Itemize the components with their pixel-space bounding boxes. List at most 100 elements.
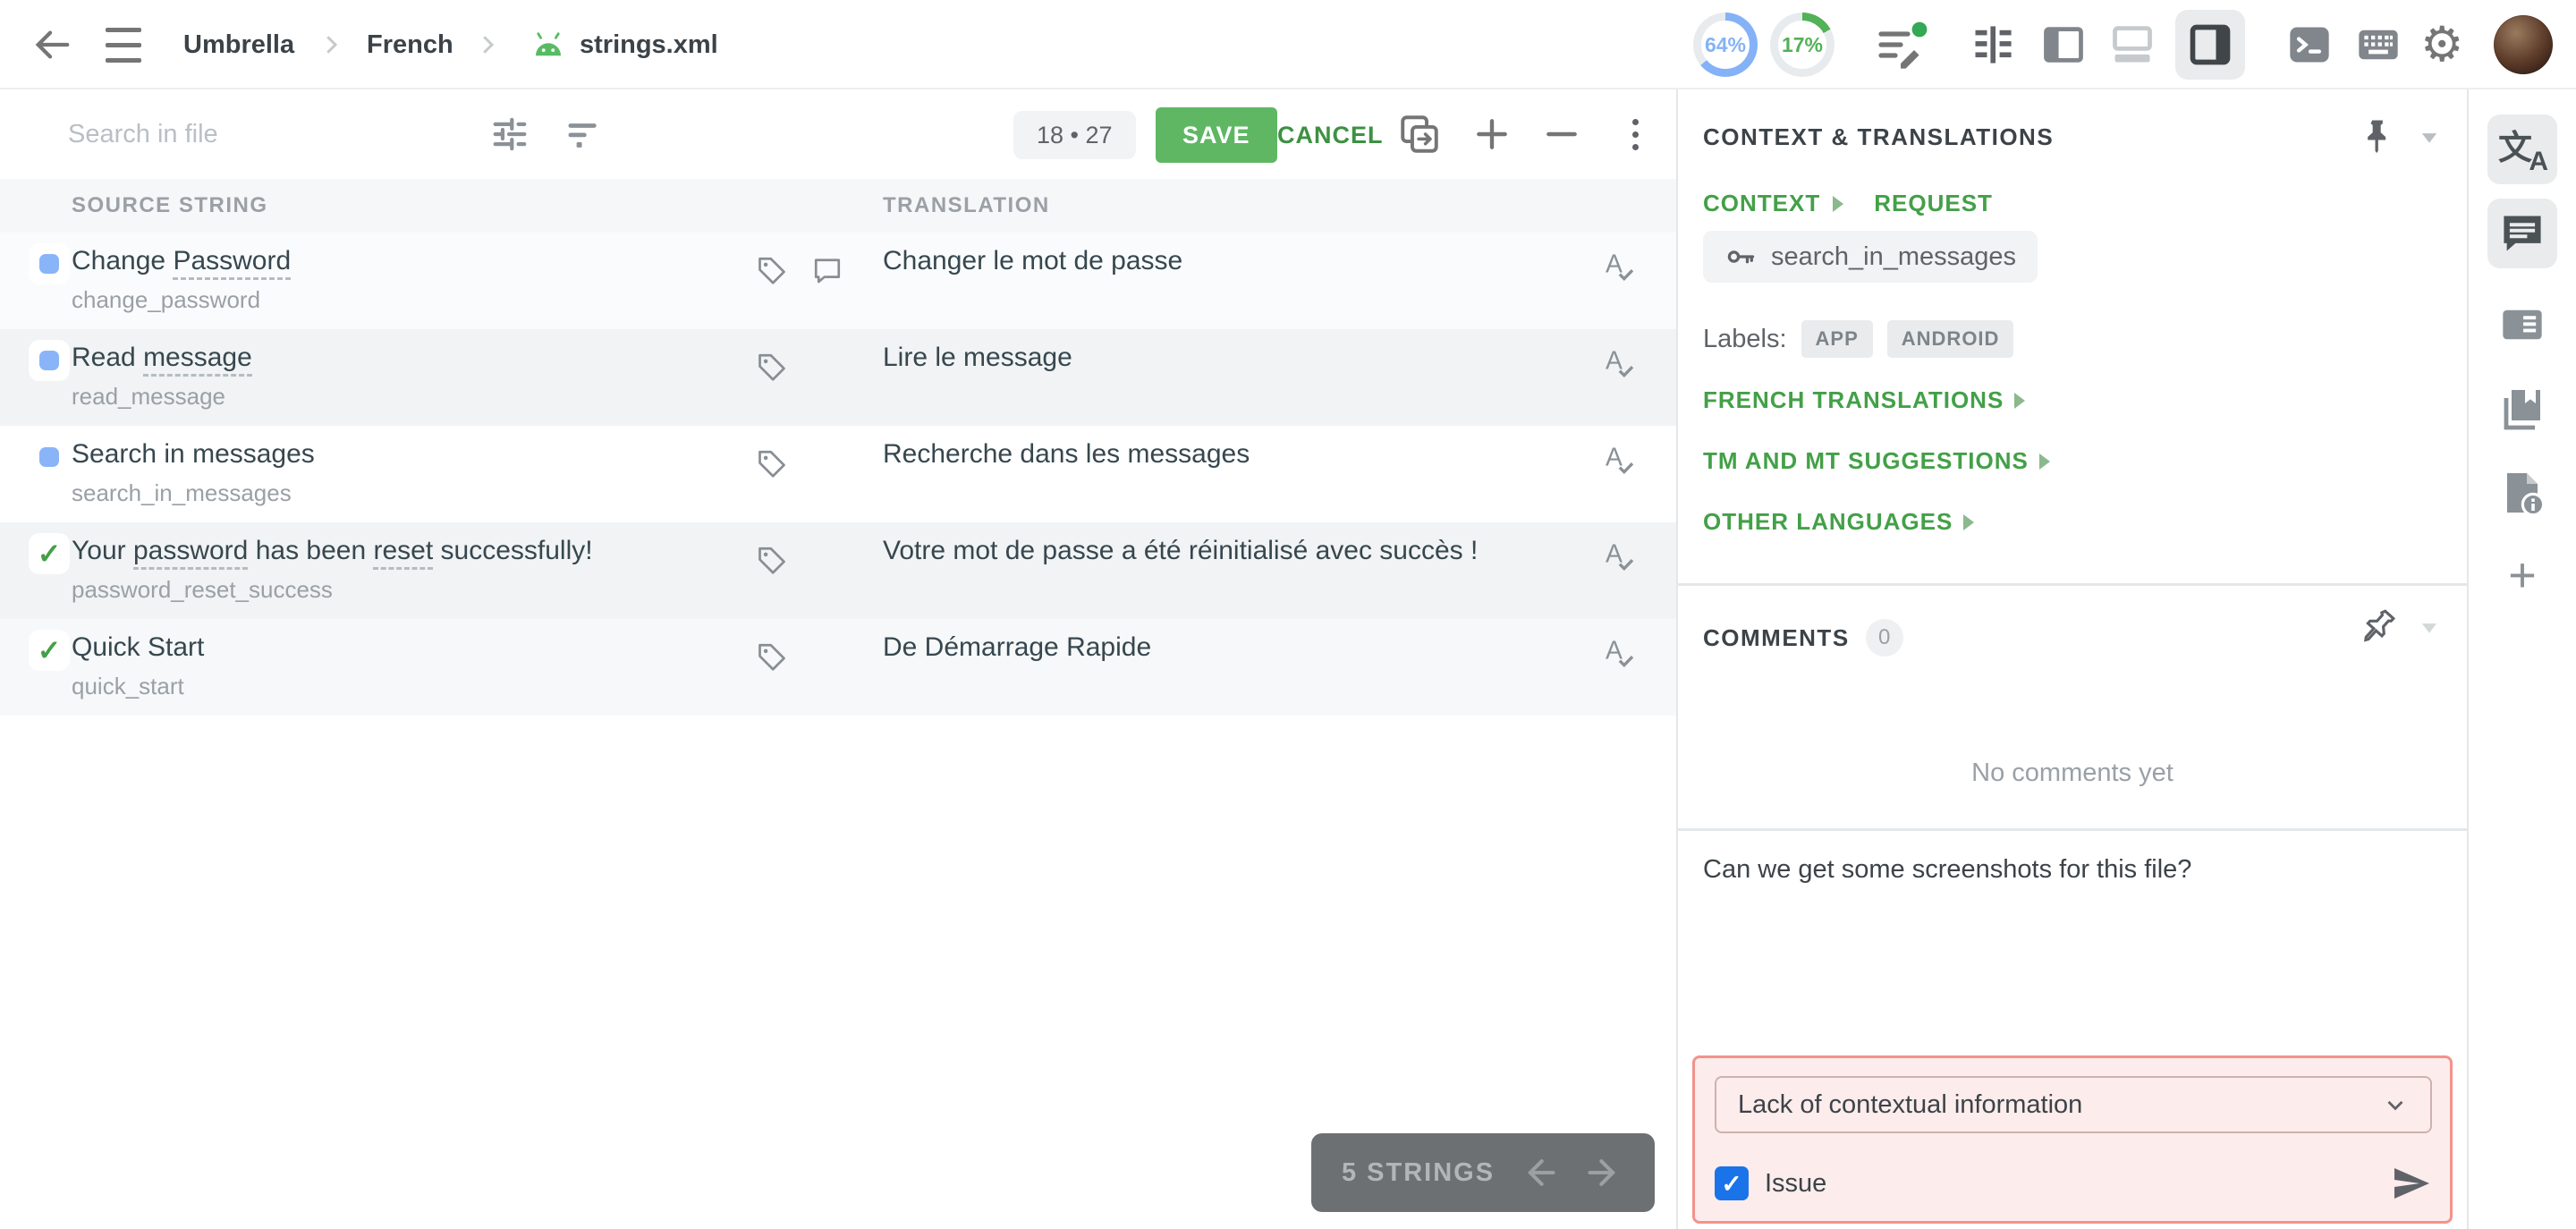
issue-checkbox[interactable]: ✓ bbox=[1715, 1166, 1749, 1200]
labels-caption: Labels: bbox=[1703, 324, 1787, 353]
approved-progress-ring[interactable]: 17% bbox=[1770, 0, 1835, 89]
source-string-cell: Read message read_message bbox=[72, 340, 252, 411]
sidebar-translations-icon[interactable]: 文A bbox=[2487, 114, 2557, 184]
source-text: Your password has been reset successfull… bbox=[72, 533, 593, 570]
side-by-side-view-icon[interactable] bbox=[2040, 0, 2087, 89]
glossary-term[interactable]: password bbox=[132, 536, 249, 570]
previous-page-icon[interactable] bbox=[1519, 1153, 1558, 1192]
send-icon bbox=[2394, 1168, 2429, 1199]
keyboard-shortcuts-icon[interactable] bbox=[2354, 0, 2402, 89]
label-chip[interactable]: ANDROID bbox=[1886, 320, 2014, 358]
string-key: quick_start bbox=[72, 673, 184, 699]
translated-progress-ring[interactable]: 64% bbox=[1693, 0, 1758, 89]
collapse-comments-chevron-icon[interactable] bbox=[2417, 619, 2442, 643]
breadcrumb-separator-icon bbox=[318, 0, 344, 89]
issue-type-select[interactable]: Lack of contextual information bbox=[1715, 1076, 2432, 1133]
multilingual-view-icon[interactable] bbox=[2109, 0, 2156, 89]
glossary-term[interactable]: reset bbox=[373, 536, 434, 570]
sidebar-glossary-icon[interactable] bbox=[2487, 374, 2557, 444]
context-panel-title: CONTEXT & TRANSLATIONS bbox=[1703, 123, 2055, 150]
tag-icon[interactable] bbox=[756, 447, 788, 479]
breadcrumb-file[interactable]: strings.xml bbox=[580, 0, 718, 89]
send-comment-button[interactable] bbox=[2389, 1162, 2432, 1205]
strings-count-label: 5 STRINGS bbox=[1342, 1157, 1496, 1187]
zoom-in-icon[interactable] bbox=[1463, 89, 1521, 179]
pin-icon[interactable] bbox=[2360, 116, 2395, 160]
translation-cell[interactable]: Changer le mot de passe bbox=[883, 243, 1572, 279]
source-text: Change Password bbox=[72, 243, 292, 280]
source-text: Quick Start bbox=[72, 632, 205, 662]
back-button[interactable] bbox=[25, 0, 79, 89]
translation-cell[interactable]: Votre mot de passe a été réinitialisé av… bbox=[883, 533, 1572, 569]
glossary-term[interactable]: Password bbox=[173, 246, 292, 280]
android-file-icon bbox=[530, 0, 567, 89]
label-chip[interactable]: APP bbox=[1801, 320, 1873, 358]
string-key: password_reset_success bbox=[72, 576, 333, 603]
search-input[interactable] bbox=[68, 109, 453, 159]
settings-gear-icon[interactable]: ⚙ bbox=[2420, 0, 2463, 89]
breadcrumb-language[interactable]: French bbox=[367, 0, 453, 89]
tag-icon[interactable] bbox=[756, 640, 788, 673]
table-row[interactable]: Change Password change_password Changer le… bbox=[0, 233, 1676, 329]
zoom-out-icon[interactable] bbox=[1533, 89, 1590, 179]
translation-cell[interactable]: De Démarrage Rapide bbox=[883, 630, 1572, 665]
sidebar-icon-strip: 文A + bbox=[2469, 89, 2576, 1229]
translation-cell[interactable]: Recherche dans les messages bbox=[883, 437, 1572, 472]
sidebar-file-info-icon[interactable] bbox=[2487, 458, 2557, 528]
section-other-languages[interactable]: OTHER LANGUAGES bbox=[1703, 508, 1975, 536]
string-key-chip[interactable]: search_in_messages bbox=[1703, 231, 2038, 283]
strings-count-bar: 5 STRINGS bbox=[1311, 1133, 1655, 1212]
breadcrumb-project[interactable]: Umbrella bbox=[183, 0, 294, 89]
approved-progress-value: 17% bbox=[1781, 32, 1824, 56]
tab-request[interactable]: REQUEST bbox=[1874, 190, 1993, 217]
table-row[interactable]: ✓ Quick Start quick_start De Démarrage Rapi… bbox=[0, 619, 1676, 716]
breadcrumb-separator-icon bbox=[474, 0, 501, 89]
expand-icon bbox=[2038, 453, 2050, 470]
sidebar-comments-icon[interactable] bbox=[2487, 199, 2557, 268]
tag-icon[interactable] bbox=[756, 544, 788, 576]
translation-cell[interactable]: Lire le message bbox=[883, 340, 1572, 376]
row-icons bbox=[756, 351, 788, 383]
sidebar-add-panel-icon[interactable]: + bbox=[2487, 540, 2557, 610]
sidebar-context-card-icon[interactable] bbox=[2487, 290, 2557, 360]
user-avatar[interactable] bbox=[2494, 0, 2553, 89]
menu-button[interactable] bbox=[97, 0, 150, 89]
comfortable-view-icon[interactable] bbox=[1970, 0, 2016, 89]
filter-icon[interactable] bbox=[556, 89, 610, 179]
save-button[interactable]: SAVE bbox=[1156, 107, 1277, 163]
section-tm-mt-suggestions[interactable]: TM AND MT SUGGESTIONS bbox=[1703, 447, 2050, 475]
editor-toolbar: 18 • 27 SAVE CANCEL bbox=[0, 89, 1676, 179]
side-panel-view-active[interactable] bbox=[2175, 0, 2245, 89]
comment-bubble-icon[interactable] bbox=[811, 254, 843, 286]
comment-input[interactable]: Can we get some screenshots for this fil… bbox=[1703, 852, 2436, 1030]
table-row[interactable]: ✓ Your password has been reset successful… bbox=[0, 522, 1676, 619]
issue-type-value: Lack of contextual information bbox=[1738, 1089, 2083, 1119]
translation-activity-icon[interactable] bbox=[1874, 0, 1928, 89]
untranslated-status-icon bbox=[39, 447, 59, 467]
tag-icon[interactable] bbox=[756, 254, 788, 286]
search-settings-icon[interactable] bbox=[483, 89, 537, 179]
spellcheck-icon[interactable]: A bbox=[1601, 345, 1637, 381]
more-options-icon[interactable] bbox=[1610, 89, 1660, 179]
copy-source-icon[interactable] bbox=[1388, 89, 1451, 179]
spellcheck-icon[interactable]: A bbox=[1601, 635, 1637, 671]
spellcheck-icon[interactable]: A bbox=[1601, 249, 1637, 284]
tag-icon[interactable] bbox=[756, 351, 788, 383]
section-french-translations[interactable]: FRENCH TRANSLATIONS bbox=[1703, 386, 2026, 414]
next-page-icon[interactable] bbox=[1585, 1153, 1624, 1192]
string-status bbox=[29, 437, 70, 478]
source-string-cell: Quick Start quick_start bbox=[72, 630, 204, 700]
cancel-button[interactable]: CANCEL bbox=[1277, 107, 1384, 163]
tab-context[interactable]: CONTEXT bbox=[1703, 190, 1820, 217]
labels-row: Labels: APP ANDROID bbox=[1703, 320, 2014, 358]
comments-header: COMMENTS 0 bbox=[1703, 619, 1903, 657]
spellcheck-icon[interactable]: A bbox=[1601, 538, 1637, 574]
glossary-term[interactable]: message bbox=[143, 343, 252, 377]
table-row[interactable]: Search in messages search_in_messages Rech… bbox=[0, 426, 1676, 522]
translation-header: TRANSLATION bbox=[883, 193, 1050, 217]
unpin-icon[interactable] bbox=[2360, 606, 2397, 652]
console-icon[interactable] bbox=[2286, 0, 2333, 89]
table-row[interactable]: Read message read_message Lire le message A bbox=[0, 329, 1676, 426]
spellcheck-icon[interactable]: A bbox=[1601, 442, 1637, 478]
collapse-context-chevron-icon[interactable] bbox=[2417, 129, 2442, 153]
